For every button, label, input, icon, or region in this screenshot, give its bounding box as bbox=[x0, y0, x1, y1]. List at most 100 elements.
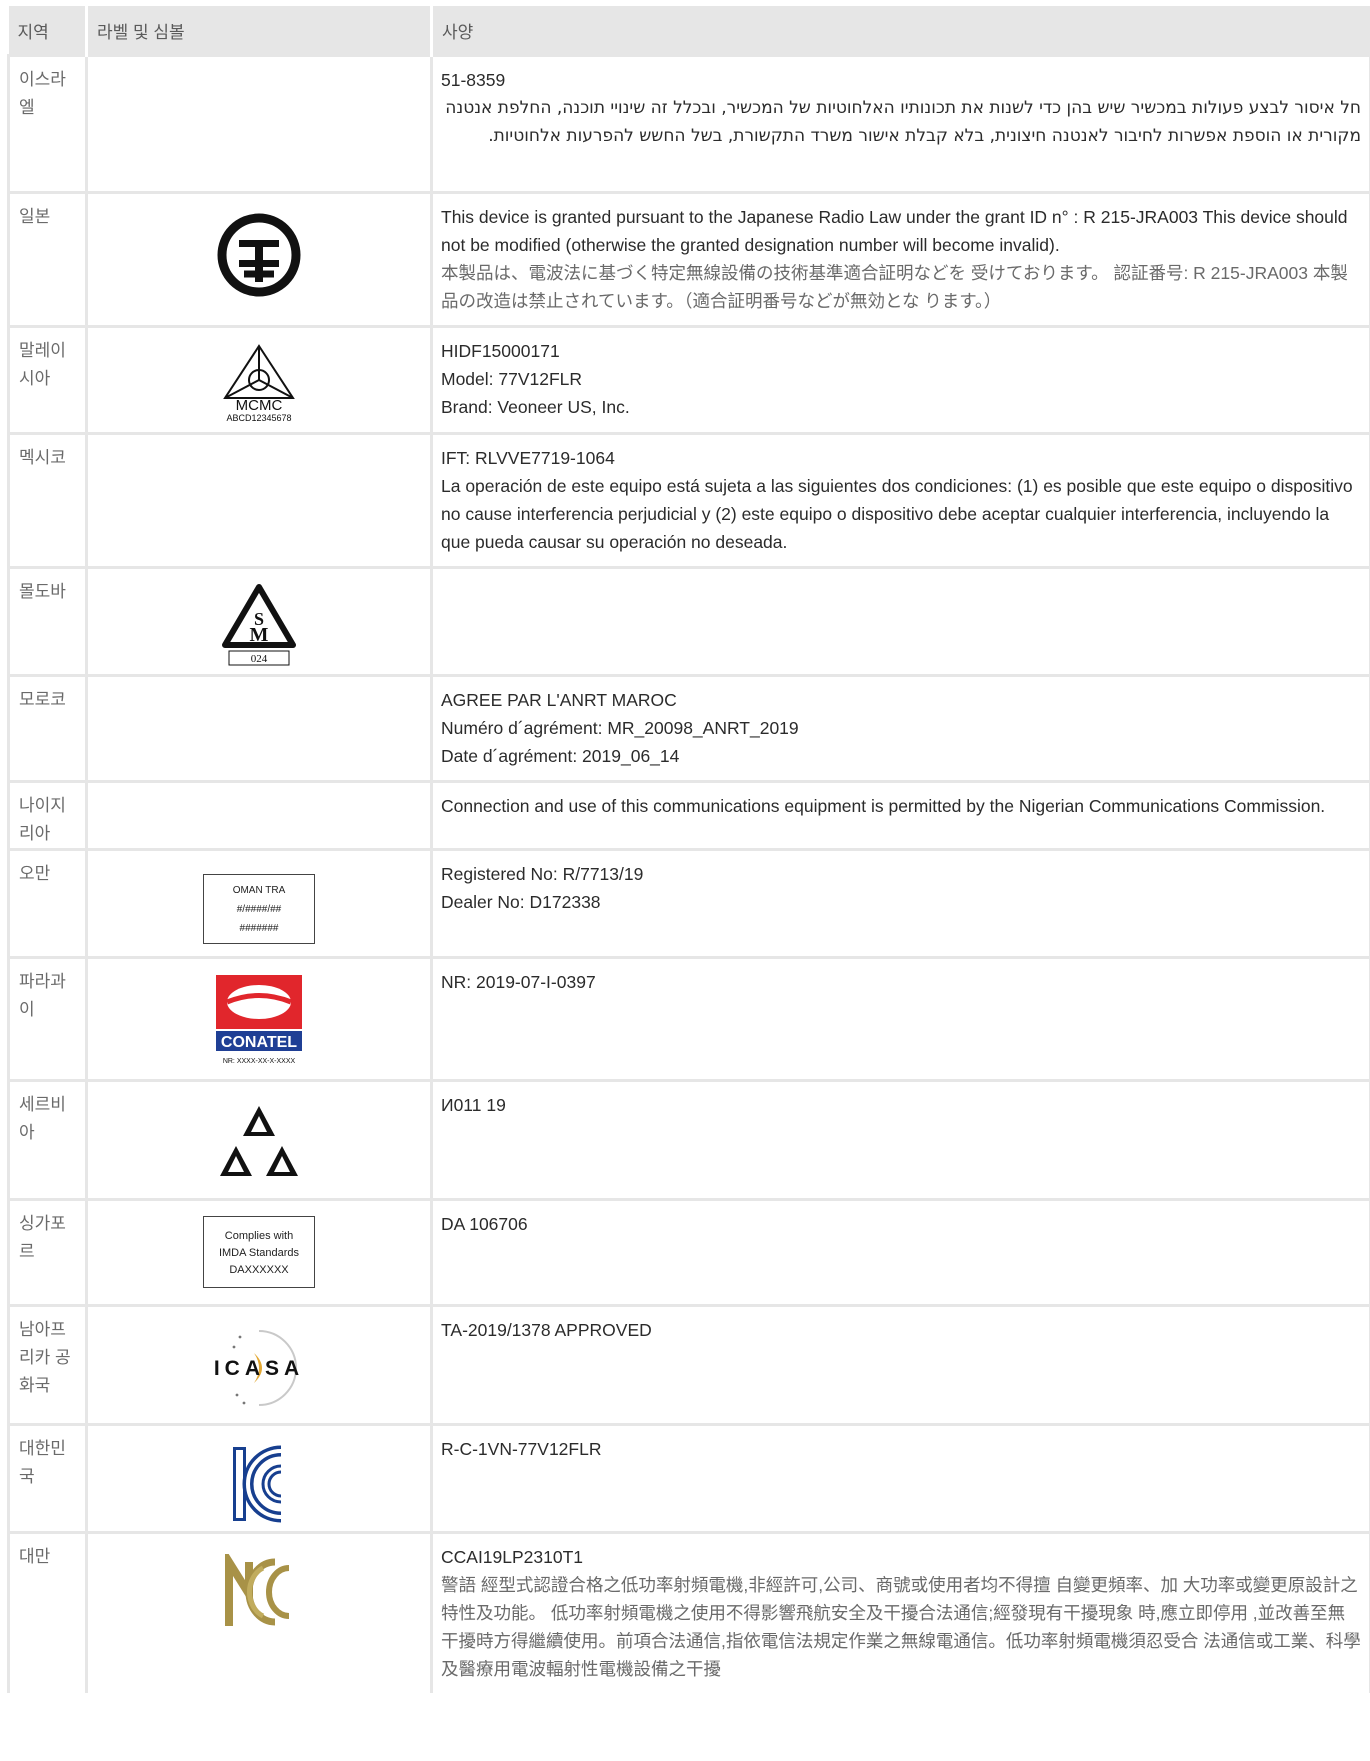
label-cell: S M 024 bbox=[85, 566, 432, 676]
mcmc-code: ABCD12345678 bbox=[226, 413, 291, 422]
region-cell: 남아프리카 공화국 bbox=[7, 1304, 87, 1425]
spec-cell: Registered No: R/7713/19 Dealer No: D172… bbox=[430, 848, 1370, 958]
conatel-logo-icon: CONATEL NR: XXXX-XX-X-XXXX bbox=[88, 971, 430, 1067]
regulatory-table: 지역 라벨 및 심볼 사양 이스라엘 51-8359 חל איסור לבצע… bbox=[7, 6, 1370, 1693]
label-cell bbox=[85, 1423, 432, 1533]
imda-line3: DAXXXXXX bbox=[229, 1264, 289, 1276]
table-row-nigeria: 나이지리아 Connection and use of this communi… bbox=[7, 780, 1370, 850]
table-header-row: 지역 라벨 및 심볼 사양 bbox=[8, 6, 1370, 56]
label-cell bbox=[85, 432, 432, 568]
label-cell: OMAN TRA #/####/## ####### bbox=[85, 848, 432, 958]
spec-line: Connection and use of this communication… bbox=[441, 796, 1326, 816]
spec-line: 51-8359 bbox=[441, 70, 506, 90]
table-row-mexico: 멕시코 IFT: RLVVE7719-1064 La operación de … bbox=[7, 432, 1370, 568]
region-cell: 대만 bbox=[7, 1531, 87, 1693]
region-cell: 이스라엘 bbox=[7, 54, 87, 193]
spec-line: NR: 2019-07-I-0397 bbox=[441, 972, 596, 992]
oman-tra-label: OMAN TRA #/####/## ####### bbox=[88, 874, 430, 944]
serbia-mark-icon bbox=[88, 1104, 430, 1180]
region-cell: 오만 bbox=[7, 848, 87, 958]
header-spec: 사양 bbox=[430, 6, 1370, 56]
region-cell: 파라과이 bbox=[7, 956, 87, 1081]
spec-line: Numéro d´agrément: MR_20098_ANRT_2019 bbox=[441, 718, 799, 738]
spec-cell: NR: 2019-07-I-0397 bbox=[430, 956, 1370, 1081]
spec-cell: TA-2019/1378 APPROVED bbox=[430, 1304, 1370, 1425]
region-cell: 대한민국 bbox=[7, 1423, 87, 1533]
header-region: 지역 bbox=[8, 6, 87, 56]
spec-cell: И011 19 bbox=[430, 1079, 1370, 1200]
conatel-code: NR: XXXX-XX-X-XXXX bbox=[223, 1058, 296, 1065]
spec-line: AGREE PAR L'ANRT MAROC bbox=[441, 690, 677, 710]
table-row-korea: 대한민국 R-C-1VN-77V12FLR bbox=[7, 1423, 1370, 1533]
mcmc-brand: MCMC bbox=[236, 397, 283, 414]
table-row-oman: 오만 OMAN TRA #/####/## ####### Registered… bbox=[7, 848, 1370, 958]
spec-line: This device is granted pursuant to the J… bbox=[441, 207, 1348, 255]
label-cell bbox=[85, 54, 432, 193]
label-cell: MCMC ABCD12345678 bbox=[85, 325, 432, 434]
mcmc-mark-icon: MCMC ABCD12345678 bbox=[88, 342, 430, 422]
spec-cell: CCAI19LP2310T1 警語 經型式認證合格之低功率射頻電機,非經許可,公… bbox=[430, 1531, 1370, 1693]
label-cell: Complies with IMDA Standards DAXXXXXX bbox=[85, 1198, 432, 1306]
spec-line: CCAI19LP2310T1 bbox=[441, 1547, 584, 1567]
spec-line: И011 19 bbox=[441, 1095, 506, 1115]
header-label: 라벨 및 심볼 bbox=[85, 6, 432, 56]
moldova-sm-mark-icon: S M 024 bbox=[88, 583, 430, 667]
region-cell: 몰도바 bbox=[7, 566, 87, 676]
kc-mark-icon bbox=[88, 1443, 430, 1525]
ncc-mark-icon bbox=[88, 1554, 430, 1630]
spec-cell: Connection and use of this communication… bbox=[430, 780, 1370, 850]
label-cell bbox=[85, 1531, 432, 1693]
imda-label: Complies with IMDA Standards DAXXXXXX bbox=[88, 1216, 430, 1288]
label-cell: ICASA bbox=[85, 1304, 432, 1425]
table-row-israel: 이스라엘 51-8359 חל איסור לבצע פעולות במכשיר… bbox=[7, 54, 1370, 193]
table-row-moldova: 몰도바 S M 024 bbox=[7, 566, 1370, 676]
spec-line: La operación de este equipo está sujeta … bbox=[441, 476, 1353, 552]
spec-line: Model: 77V12FLR bbox=[441, 369, 583, 389]
spec-line: Registered No: R/7713/19 bbox=[441, 864, 644, 884]
imda-line2: IMDA Standards bbox=[218, 1247, 300, 1259]
spec-line: Brand: Veoneer US, Inc. bbox=[441, 397, 630, 417]
label-cell: CONATEL NR: XXXX-XX-X-XXXX bbox=[85, 956, 432, 1081]
svg-text:M: M bbox=[250, 624, 269, 646]
label-cell bbox=[85, 780, 432, 850]
moldova-code: 024 bbox=[251, 653, 268, 665]
region-cell: 세르비아 bbox=[7, 1079, 87, 1200]
oman-line3: ####### bbox=[239, 923, 279, 934]
oman-line2: #/####/## bbox=[236, 904, 282, 915]
spec-line: R-C-1VN-77V12FLR bbox=[441, 1439, 602, 1459]
region-cell: 말레이시아 bbox=[7, 325, 87, 434]
spec-line: 警語 經型式認證合格之低功率射頻電機,非經許可,公司、商號或使用者均不得擅 自變… bbox=[441, 1575, 1361, 1679]
spec-line: TA-2019/1378 APPROVED bbox=[441, 1320, 652, 1340]
table-row-paraguay: 파라과이 CONATEL NR: XXXX-XX-X-XXXX NR: 2019… bbox=[7, 956, 1370, 1081]
spec-line: IFT: RLVVE7719-1064 bbox=[441, 448, 615, 468]
table-row-morocco: 모로코 AGREE PAR L'ANRT MAROC Numéro d´agré… bbox=[7, 674, 1370, 782]
spec-cell: 51-8359 חל איסור לבצע פעולות במכשיר שיש … bbox=[430, 54, 1370, 193]
spec-cell: DA 106706 bbox=[430, 1198, 1370, 1306]
spec-cell: This device is granted pursuant to the J… bbox=[430, 191, 1370, 327]
region-cell: 모로코 bbox=[7, 674, 87, 782]
spec-cell: HIDF15000171 Model: 77V12FLR Brand: Veon… bbox=[430, 325, 1370, 434]
region-cell: 싱가포르 bbox=[7, 1198, 87, 1306]
region-cell: 나이지리아 bbox=[7, 780, 87, 850]
spec-cell: R-C-1VN-77V12FLR bbox=[430, 1423, 1370, 1533]
table-row-malaysia: 말레이시아 MCMC ABCD12345678 HIDF15000171 Mod… bbox=[7, 325, 1370, 434]
spec-cell: AGREE PAR L'ANRT MAROC Numéro d´agrément… bbox=[430, 674, 1370, 782]
conatel-brand: CONATEL bbox=[221, 1034, 297, 1051]
japan-giteki-mark-icon bbox=[88, 210, 430, 300]
spec-line: HIDF15000171 bbox=[441, 341, 560, 361]
icasa-logo-icon: ICASA bbox=[88, 1323, 430, 1413]
region-cell: 멕시코 bbox=[7, 432, 87, 568]
spec-cell bbox=[430, 566, 1370, 676]
table-row-japan: 일본 This device is granted pursuant to th… bbox=[7, 191, 1370, 327]
spec-line: DA 106706 bbox=[441, 1214, 528, 1234]
spec-cell: IFT: RLVVE7719-1064 La operación de este… bbox=[430, 432, 1370, 568]
imda-line1: Complies with bbox=[224, 1230, 294, 1242]
label-cell bbox=[85, 1079, 432, 1200]
region-cell: 일본 bbox=[7, 191, 87, 327]
oman-line1: OMAN TRA bbox=[232, 885, 286, 896]
icasa-brand: ICASA bbox=[214, 1357, 304, 1380]
spec-line: Dealer No: D172338 bbox=[441, 892, 601, 912]
label-cell bbox=[85, 191, 432, 327]
label-cell bbox=[85, 674, 432, 782]
table-row-serbia: 세르비아 И011 19 bbox=[7, 1079, 1370, 1200]
